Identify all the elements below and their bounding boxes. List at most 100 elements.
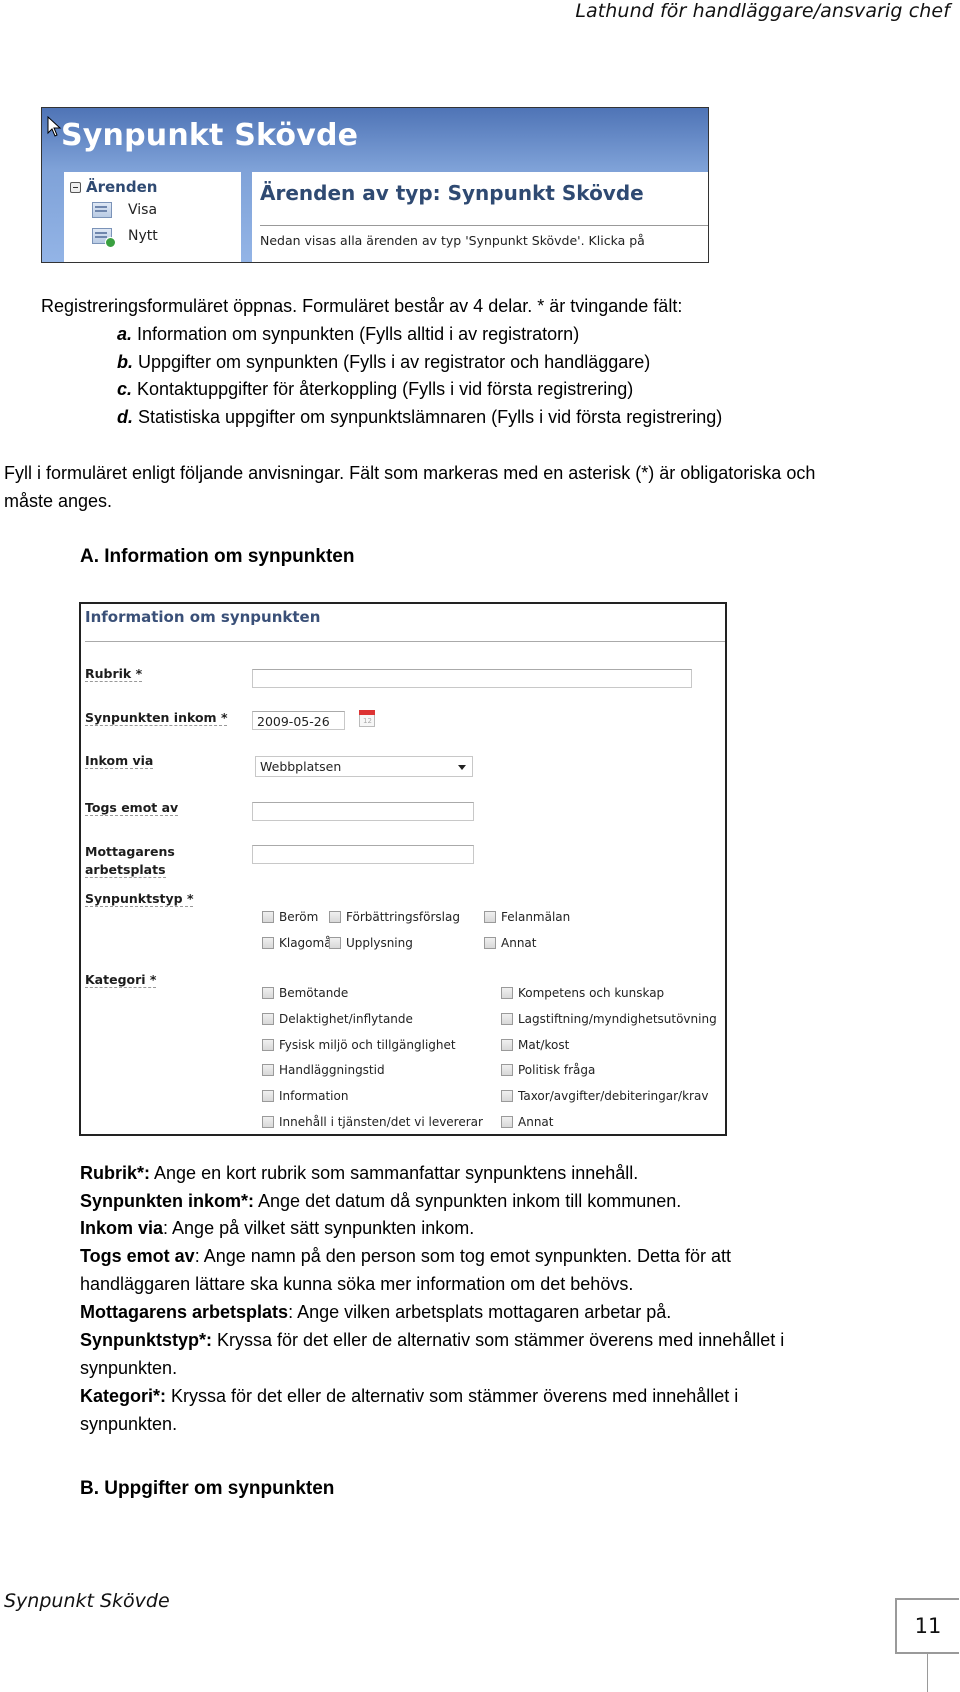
app-screenshot: Synpunkt Skövde Ärenden Visa Nytt Ärende…: [41, 107, 709, 263]
sidebar: Ärenden Visa Nytt: [64, 172, 241, 262]
inkom-via-label: Inkom via: [85, 753, 154, 769]
checkbox-felanmalan[interactable]: Felanmälan: [484, 910, 570, 924]
explanation-text: handläggaren lättare ska kunna söka mer …: [80, 1274, 634, 1294]
kategori-label: Kategori *: [85, 972, 157, 988]
togs-emot-av-input[interactable]: [252, 802, 474, 821]
explanation-text: Ange en kort rubrik som sammanfattar syn…: [150, 1163, 639, 1183]
checkbox-icon: [329, 937, 341, 949]
checkbox-forbattringsforslag[interactable]: Förbättringsförslag: [329, 910, 460, 924]
checkbox-label: Annat: [518, 1115, 554, 1129]
checkbox-icon: [262, 937, 274, 949]
checkbox-annat-typ[interactable]: Annat: [484, 936, 536, 950]
section-a-heading: A. Information om synpunkten: [80, 546, 355, 567]
explanation-term: Inkom via: [80, 1218, 164, 1238]
synpunkten-inkom-label: Synpunkten inkom *: [85, 710, 228, 726]
checkbox-icon: [501, 987, 513, 999]
explanation-text: : Ange vilken arbetsplats mottagaren arb…: [288, 1302, 672, 1322]
sidebar-item-label: Visa: [128, 202, 158, 218]
explanation-line: Mottagarens arbetsplats: Ange vilken arb…: [80, 1302, 671, 1323]
explanation-term: Rubrik*:: [80, 1163, 151, 1183]
checkbox-label: Kompetens och kunskap: [518, 986, 665, 1000]
part-d: d. Statistiska uppgifter om synpunktsläm…: [117, 407, 723, 427]
main-description: Nedan visas alla ärenden av typ 'Synpunk…: [260, 233, 645, 248]
collapse-icon[interactable]: [70, 181, 81, 193]
checkbox-label: Innehåll i tjänsten/det vi levererar: [279, 1115, 483, 1129]
checkbox-kategori-left-0[interactable]: Bemötande: [262, 986, 348, 1000]
main-panel: Ärenden av typ: Synpunkt Skövde Nedan vi…: [252, 172, 708, 262]
sidebar-item-nytt[interactable]: Nytt: [92, 228, 158, 248]
synpunkten-inkom-input[interactable]: 2009-05-26: [252, 711, 345, 730]
instructions-line1: Fyll i formuläret enligt följande anvisn…: [4, 463, 816, 483]
checkbox-kategori-right-4[interactable]: Taxor/avgifter/debiteringar/krav: [501, 1089, 708, 1103]
checkbox-icon: [501, 1013, 513, 1025]
rubrik-label: Rubrik *: [85, 666, 143, 682]
checkbox-icon: [262, 1013, 274, 1025]
checkbox-berom[interactable]: Beröm: [262, 910, 318, 924]
checkbox-upplysning[interactable]: Upplysning: [329, 936, 413, 950]
checkbox-label: Lagstiftning/myndighetsutövning: [518, 1012, 717, 1026]
checkbox-icon: [262, 1090, 274, 1102]
checkbox-icon: [329, 911, 341, 923]
explanation-term: Synpunkten inkom*:: [80, 1191, 255, 1211]
checkbox-kategori-right-5[interactable]: Annat: [501, 1115, 553, 1129]
explanation-text: : Ange på vilket sätt synpunkten inkom.: [163, 1218, 475, 1238]
form-screenshot: Information om synpunkten Rubrik * Synpu…: [79, 602, 727, 1136]
checkbox-icon: [484, 911, 496, 923]
mottagarens-arbetsplats-input[interactable]: [252, 845, 474, 864]
part-a: a. Information om synpunkten (Fylls allt…: [117, 324, 580, 344]
checkbox-label: Delaktighet/inflytande: [279, 1012, 413, 1026]
explanation-line: Rubrik*: Ange en kort rubrik som sammanf…: [80, 1163, 638, 1184]
checkbox-icon: [262, 987, 274, 999]
explanation-line: Togs emot av: Ange namn på den person so…: [80, 1246, 731, 1267]
explanation-line: Synpunktstyp*: Kryssa för det eller de a…: [80, 1330, 784, 1351]
checkbox-icon: [501, 1090, 513, 1102]
section-b-heading: B. Uppgifter om synpunkten: [80, 1478, 335, 1499]
checkbox-kategori-left-4[interactable]: Information: [262, 1089, 348, 1103]
part-b: b. Uppgifter om synpunkten (Fylls i av r…: [117, 352, 651, 372]
page-number: 11: [895, 1598, 959, 1654]
list-icon: [92, 202, 112, 218]
document-footer: Synpunkt Skövde: [4, 1590, 170, 1612]
part-c: c. Kontaktuppgifter för återkoppling (Fy…: [117, 379, 634, 399]
explanation-term: Togs emot av: [80, 1246, 195, 1266]
calendar-icon[interactable]: 12: [359, 710, 375, 727]
inkom-via-value: Webbplatsen: [260, 759, 342, 774]
divider: [85, 641, 725, 642]
checkbox-icon: [501, 1116, 513, 1128]
checkbox-label: Bemötande: [279, 986, 349, 1000]
checkbox-kategori-left-2[interactable]: Fysisk miljö och tillgänglighet: [262, 1038, 456, 1052]
checkbox-kategori-left-1[interactable]: Delaktighet/inflytande: [262, 1012, 413, 1026]
checkbox-kategori-right-3[interactable]: Politisk fråga: [501, 1063, 595, 1077]
checkbox-kategori-right-1[interactable]: Lagstiftning/myndighetsutövning: [501, 1012, 717, 1026]
document-header: Lathund för handläggare/ansvarig chef: [575, 0, 950, 22]
sidebar-item-visa[interactable]: Visa: [92, 202, 157, 218]
explanation-text: synpunkten.: [80, 1414, 178, 1434]
checkbox-klagomal[interactable]: Klagomål: [262, 936, 335, 950]
form-title: Information om synpunkten: [85, 608, 321, 626]
checkbox-icon: [501, 1039, 513, 1051]
sidebar-section-arenden[interactable]: Ärenden: [70, 178, 157, 196]
sidebar-section-label: Ärenden: [86, 178, 158, 196]
explanation-term: Kategori*:: [80, 1386, 167, 1406]
checkbox-label: Politisk fråga: [518, 1063, 596, 1077]
checkbox-icon: [501, 1064, 513, 1076]
checkbox-label: Handläggningstid: [279, 1063, 385, 1077]
divider: [260, 225, 708, 226]
explanation-term: Synpunktstyp*:: [80, 1330, 213, 1350]
checkbox-kategori-right-2[interactable]: Mat/kost: [501, 1038, 569, 1052]
explanation-line: Synpunkten inkom*: Ange det datum då syn…: [80, 1191, 681, 1212]
explanation-text: : Ange namn på den person som tog emot s…: [194, 1246, 732, 1266]
checkbox-label: Taxor/avgifter/debiteringar/krav: [518, 1089, 709, 1103]
explanation-text: Kryssa för det eller de alternativ som s…: [166, 1386, 739, 1406]
rubrik-input[interactable]: [252, 669, 692, 688]
checkbox-icon: [262, 1064, 274, 1076]
checkbox-icon: [262, 1039, 274, 1051]
checkbox-label: Information: [279, 1089, 349, 1103]
explanation-line: synpunkten.: [80, 1414, 177, 1435]
checkbox-label: Fysisk miljö och tillgänglighet: [279, 1038, 456, 1052]
checkbox-kategori-right-0[interactable]: Kompetens och kunskap: [501, 986, 664, 1000]
checkbox-kategori-left-3[interactable]: Handläggningstid: [262, 1063, 385, 1077]
inkom-via-select[interactable]: Webbplatsen: [255, 756, 473, 777]
checkbox-kategori-left-5[interactable]: Innehåll i tjänsten/det vi levererar: [262, 1115, 483, 1129]
checkbox-icon: [262, 1116, 274, 1128]
